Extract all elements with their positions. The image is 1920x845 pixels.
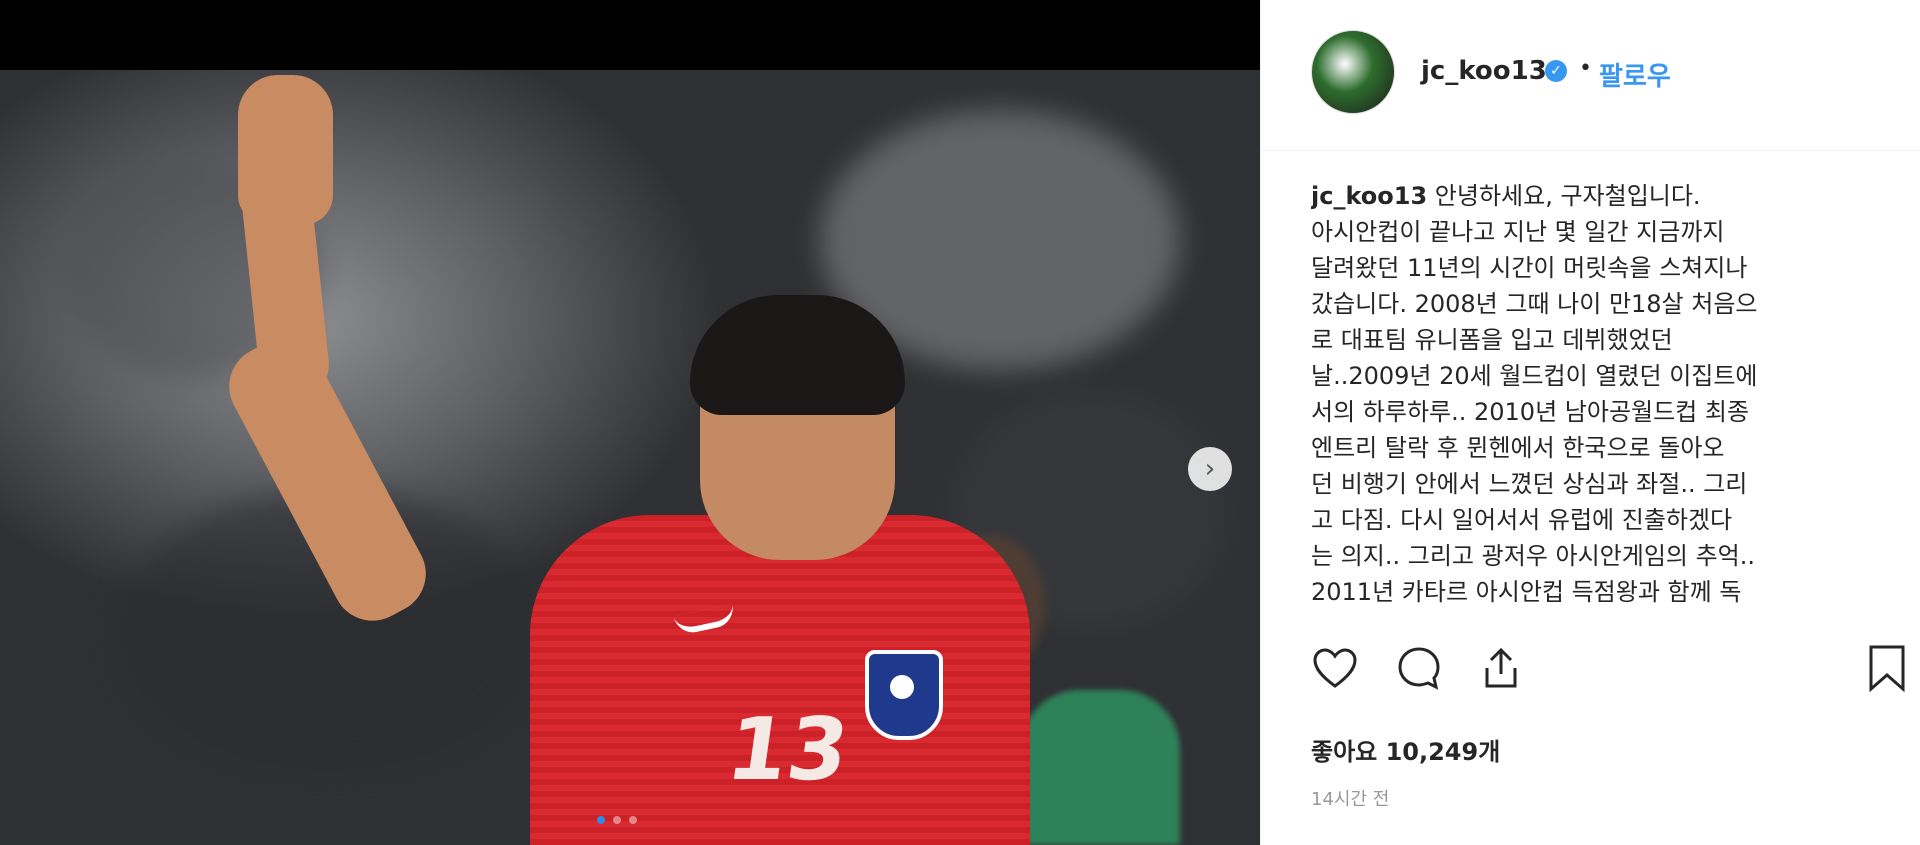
caption-username-link[interactable]: jc_koo13	[1311, 182, 1427, 210]
carousel-dot	[597, 816, 605, 824]
verified-badge-icon: ✓	[1545, 60, 1567, 82]
caption-line: 날..2009년 20세 월드컵이 열렸던 이집트에	[1311, 362, 1758, 390]
jersey-number: 13	[720, 700, 855, 800]
player-hand	[238, 75, 333, 225]
post-media: 13 ›	[0, 0, 1260, 845]
like-count[interactable]: 좋아요 10,249개	[1311, 732, 1500, 767]
background-player	[1020, 690, 1180, 845]
comment-icon	[1398, 647, 1440, 690]
post-header: jc_koo13 ✓ • 팔로우	[1261, 0, 1920, 151]
heart-icon	[1313, 648, 1357, 688]
carousel-next-button[interactable]: ›	[1188, 447, 1232, 491]
caption-line: jc_koo13 안녕하세요, 구자철입니다.	[1311, 178, 1881, 214]
caption-line: 달려왔던 11년의 시간이 머릿속을 스쳐지나	[1311, 254, 1748, 282]
caption-line: 는 의지.. 그리고 광저우 아시안게임의 추억..	[1311, 542, 1756, 570]
caption-line: 2011년 카타르 아시안컵 득점왕과 함께 독	[1311, 578, 1742, 606]
caption-line: 엔트리 탈락 후 뮌헨에서 한국으로 돌아오	[1311, 434, 1725, 462]
separator-dot: •	[1579, 56, 1592, 81]
follow-button[interactable]: 팔로우	[1599, 56, 1671, 93]
chevron-right-icon: ›	[1204, 454, 1216, 484]
caption-line: 던 비행기 안에서 느꼈던 상심과 좌절.. 그리	[1311, 470, 1748, 498]
team-crest-emblem	[890, 675, 914, 699]
caption-line: 서의 하루하루.. 2010년 남아공월드컵 최종	[1311, 398, 1750, 426]
like-button[interactable]	[1307, 640, 1363, 696]
bookmark-button[interactable]	[1859, 640, 1915, 696]
share-button[interactable]	[1473, 640, 1529, 696]
caption-line: 로 대표팀 유니폼을 입고 데뷔했었던	[1311, 326, 1673, 354]
username-link[interactable]: jc_koo13	[1421, 56, 1547, 86]
share-icon	[1485, 647, 1517, 688]
carousel-indicator	[597, 816, 637, 824]
post-caption: jc_koo13 안녕하세요, 구자철입니다. 아시안컵이 끝나고 지난 몇 일…	[1311, 178, 1881, 638]
avatar[interactable]	[1311, 30, 1395, 114]
caption-line: 고 다짐. 다시 일어서서 유럽에 진출하겠다	[1311, 506, 1733, 534]
caption-line: 아시안컵이 끝나고 지난 몇 일간 지금까지	[1311, 218, 1725, 246]
bookmark-icon	[1869, 645, 1905, 693]
caption-line: 갔습니다. 2008년 그때 나이 만18살 처음으	[1311, 290, 1758, 318]
carousel-dot	[629, 816, 637, 824]
media-top-bar	[0, 0, 1260, 70]
caption-text: 안녕하세요, 구자철입니다.	[1434, 182, 1701, 210]
post-details-panel: jc_koo13 ✓ • 팔로우 jc_koo13 안녕하세요, 구자철입니다.…	[1260, 0, 1920, 845]
post-actions	[1261, 640, 1920, 700]
comment-button[interactable]	[1391, 640, 1447, 696]
carousel-dot	[613, 816, 621, 824]
post-timestamp[interactable]: 14시간 전	[1311, 785, 1389, 811]
